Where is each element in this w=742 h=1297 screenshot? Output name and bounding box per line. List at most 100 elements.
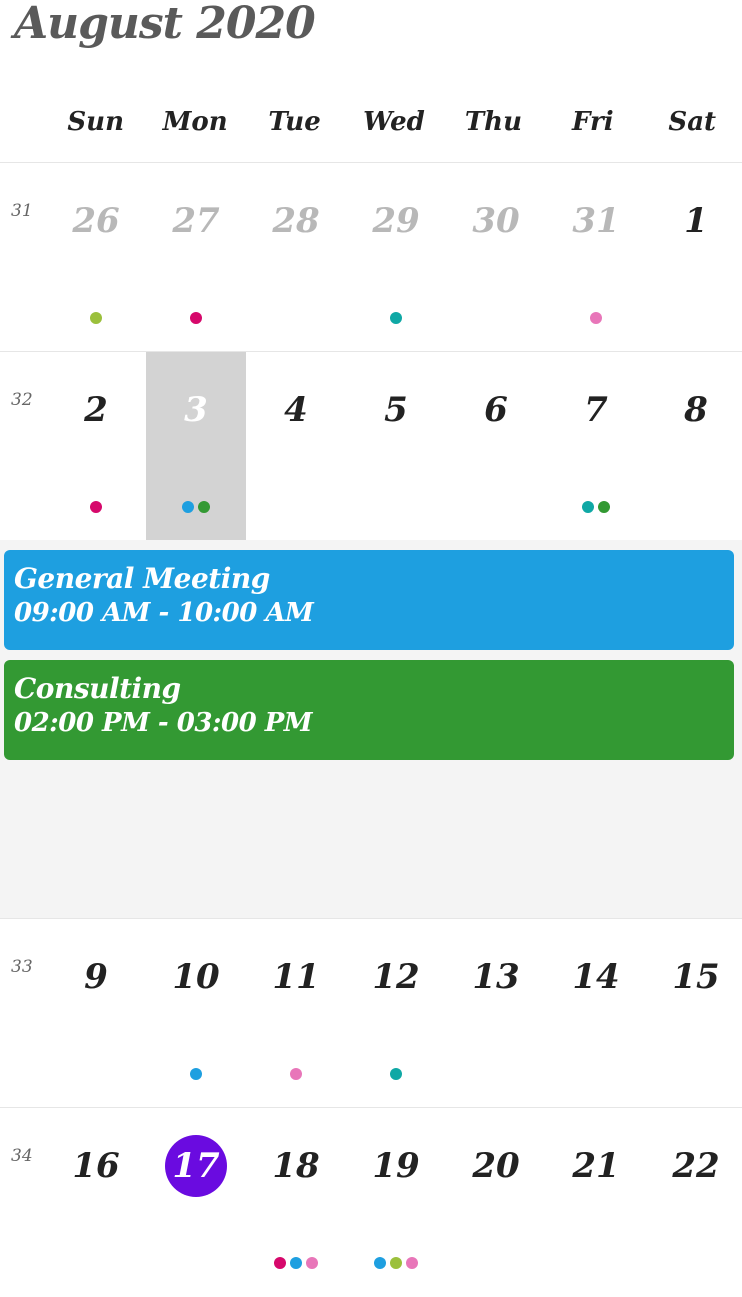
day-number: 6 xyxy=(484,390,508,430)
event-dots xyxy=(46,311,146,325)
event-dots xyxy=(346,1067,446,1081)
event-dots xyxy=(446,311,546,325)
week-row: 32 2 3 4 5 6 7 8 xyxy=(0,351,742,541)
day-cell-selected[interactable]: 3 xyxy=(146,352,246,541)
event-dots xyxy=(46,1067,146,1081)
event-dots xyxy=(346,500,446,514)
event-dots xyxy=(646,500,742,514)
event-card[interactable]: General Meeting 09:00 AM - 10:00 AM xyxy=(4,550,734,650)
day-number: 18 xyxy=(272,1146,320,1186)
day-cell[interactable]: 26 xyxy=(46,163,146,352)
day-cell[interactable]: 4 xyxy=(246,352,346,541)
day-cell[interactable]: 16 xyxy=(46,1108,146,1297)
event-dots xyxy=(546,1067,646,1081)
event-dot-lime xyxy=(390,1257,402,1269)
day-number: 22 xyxy=(672,1146,720,1186)
event-dots xyxy=(146,1256,246,1270)
week-number: 34 xyxy=(11,1146,33,1166)
day-number: 31 xyxy=(572,201,620,241)
event-dot-magenta xyxy=(90,501,102,513)
day-number: 17 xyxy=(165,1135,227,1197)
day-cell-today[interactable]: 17 xyxy=(146,1108,246,1297)
event-dot-magenta xyxy=(190,312,202,324)
day-cell[interactable]: 1 xyxy=(646,163,742,352)
week-row: 34 16 17 18 19 20 21 22 xyxy=(0,1107,742,1297)
day-cell[interactable]: 21 xyxy=(546,1108,646,1297)
weekday-sat: Sat xyxy=(668,107,717,137)
weekday-sun: Sun xyxy=(67,107,124,137)
day-number: 2 xyxy=(84,390,108,430)
day-cell[interactable]: 22 xyxy=(646,1108,742,1297)
event-title: Consulting xyxy=(14,672,181,705)
weekday-mon: Mon xyxy=(162,107,228,137)
weekday-tue: Tue xyxy=(268,107,321,137)
day-number: 29 xyxy=(372,201,420,241)
day-number: 7 xyxy=(584,390,608,430)
day-cell[interactable]: 7 xyxy=(546,352,646,541)
event-dot-pink xyxy=(590,312,602,324)
event-dot-teal xyxy=(582,501,594,513)
event-dots xyxy=(446,1256,546,1270)
day-number: 8 xyxy=(684,390,708,430)
day-number: 1 xyxy=(684,201,708,241)
weekday-wed: Wed xyxy=(363,107,425,137)
event-dot-pink xyxy=(290,1068,302,1080)
week-number: 33 xyxy=(11,957,33,977)
day-number: 3 xyxy=(184,390,208,430)
event-dots xyxy=(46,500,146,514)
week-number: 31 xyxy=(11,201,33,221)
event-dots xyxy=(346,1256,446,1270)
day-cell[interactable]: 5 xyxy=(346,352,446,541)
event-dots xyxy=(246,500,346,514)
day-number: 28 xyxy=(272,201,320,241)
event-dots xyxy=(546,311,646,325)
event-dot-lime xyxy=(90,312,102,324)
event-dot-blue xyxy=(182,501,194,513)
day-number: 20 xyxy=(472,1146,520,1186)
day-cell[interactable]: 6 xyxy=(446,352,546,541)
day-cell[interactable]: 8 xyxy=(646,352,742,541)
day-number: 15 xyxy=(672,957,720,997)
day-cell[interactable]: 11 xyxy=(246,919,346,1108)
event-dots xyxy=(446,500,546,514)
day-cell[interactable]: 9 xyxy=(46,919,146,1108)
event-dot-pink xyxy=(306,1257,318,1269)
week-number: 32 xyxy=(11,390,33,410)
event-dots xyxy=(646,311,742,325)
event-list: General Meeting 09:00 AM - 10:00 AM Cons… xyxy=(0,540,742,918)
event-dots xyxy=(246,1067,346,1081)
event-dot-magenta xyxy=(274,1257,286,1269)
weekday-fri: Fri xyxy=(572,107,614,137)
day-cell[interactable]: 31 xyxy=(546,163,646,352)
day-number: 27 xyxy=(172,201,220,241)
day-cell[interactable]: 28 xyxy=(246,163,346,352)
day-cell[interactable]: 27 xyxy=(146,163,246,352)
event-dot-teal xyxy=(390,312,402,324)
event-dots xyxy=(346,311,446,325)
day-number: 4 xyxy=(284,390,308,430)
day-cell[interactable]: 15 xyxy=(646,919,742,1108)
event-card[interactable]: Consulting 02:00 PM - 03:00 PM xyxy=(4,660,734,760)
day-number: 16 xyxy=(72,1146,120,1186)
event-dot-green xyxy=(598,501,610,513)
day-number: 12 xyxy=(372,957,420,997)
event-dots xyxy=(646,1256,742,1270)
day-cell[interactable]: 18 xyxy=(246,1108,346,1297)
event-dots xyxy=(46,1256,146,1270)
month-title: August 2020 xyxy=(14,0,316,49)
day-number: 11 xyxy=(272,957,320,997)
day-cell[interactable]: 30 xyxy=(446,163,546,352)
day-cell[interactable]: 13 xyxy=(446,919,546,1108)
event-dots xyxy=(646,1067,742,1081)
day-cell[interactable]: 20 xyxy=(446,1108,546,1297)
day-number: 26 xyxy=(72,201,120,241)
day-number: 21 xyxy=(572,1146,620,1186)
day-cell[interactable]: 14 xyxy=(546,919,646,1108)
day-number: 14 xyxy=(572,957,620,997)
day-cell[interactable]: 29 xyxy=(346,163,446,352)
day-cell[interactable]: 19 xyxy=(346,1108,446,1297)
day-cell[interactable]: 2 xyxy=(46,352,146,541)
day-cell[interactable]: 10 xyxy=(146,919,246,1108)
event-dots xyxy=(246,311,346,325)
day-cell[interactable]: 12 xyxy=(346,919,446,1108)
